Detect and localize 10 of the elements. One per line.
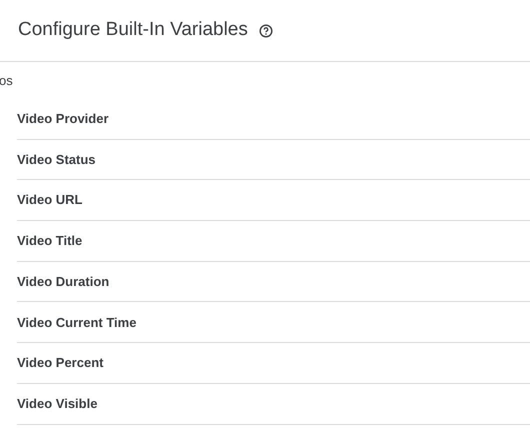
help-icon[interactable] (258, 24, 273, 38)
variable-name: Video Status (17, 150, 96, 169)
variable-name: Video Duration (17, 272, 110, 291)
variable-name: Video Title (17, 232, 82, 250)
variable-name: Video URL (17, 191, 82, 210)
variable-name: Video Percent (17, 354, 104, 372)
variable-name: Video Visible (17, 394, 98, 413)
panel-title: Configure Built-In Variables (18, 18, 248, 42)
variable-name: Video Current Time (17, 314, 136, 332)
variable-name: Video Provider (17, 110, 109, 128)
